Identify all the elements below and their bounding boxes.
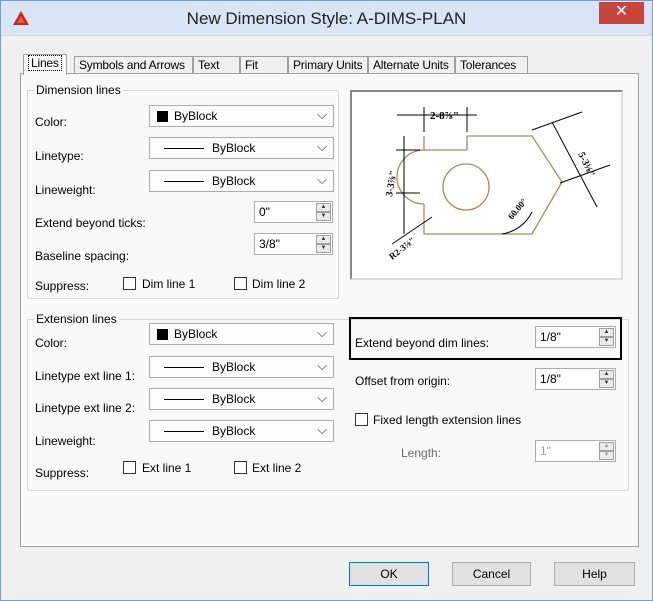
linetype-sample xyxy=(164,148,204,149)
spin-down-icon[interactable]: ▼ xyxy=(599,337,614,346)
dim-lineweight-label: Lineweight: xyxy=(35,183,96,197)
linetype-ext-line-2-dropdown[interactable]: ByBlock ⌵ xyxy=(149,388,334,410)
length-label: Length: xyxy=(401,446,442,460)
dim-line-1-checkbox[interactable] xyxy=(123,277,136,290)
tab-lines[interactable]: Lines xyxy=(23,54,67,75)
baseline-spacing-label: Baseline spacing: xyxy=(35,249,130,263)
chevron-down-icon: ⌵ xyxy=(317,139,327,154)
dim-line-2-checkbox[interactable] xyxy=(234,277,247,290)
chevron-down-icon: ⌵ xyxy=(317,358,327,373)
ext-line-2-checkbox[interactable] xyxy=(234,461,247,474)
spin-up-icon[interactable]: ▲ xyxy=(599,328,614,337)
linetype-ext-line-1-value: ByBlock xyxy=(212,360,256,374)
chevron-down-icon: ⌵ xyxy=(317,107,327,122)
ext-lineweight-value: ByBlock xyxy=(212,424,256,438)
baseline-spacing-spinner[interactable]: 3/8" ▲ ▼ xyxy=(254,233,333,255)
spin-up-icon[interactable]: ▲ xyxy=(599,442,614,451)
ext-color-label: Color: xyxy=(35,336,68,350)
dim-color-dropdown[interactable]: ByBlock ⌵ xyxy=(149,105,334,127)
spin-down-icon[interactable]: ▼ xyxy=(316,212,331,221)
baseline-spacing-value: 3/8" xyxy=(259,237,280,251)
preview-dim-right: 5-3⅛" xyxy=(575,150,596,179)
close-icon: ✕ xyxy=(614,3,629,20)
extend-beyond-ticks-value: 0" xyxy=(259,205,270,219)
spin-up-icon[interactable]: ▲ xyxy=(316,203,331,212)
close-button[interactable]: ✕ xyxy=(599,2,644,24)
offset-from-origin-label: Offset from origin: xyxy=(355,374,451,388)
dim-linetype-value: ByBlock xyxy=(212,141,256,155)
dim-line-1-label: Dim line 1 xyxy=(142,277,196,291)
chevron-down-icon: ⌵ xyxy=(317,390,327,405)
dim-linetype-dropdown[interactable]: ByBlock ⌵ xyxy=(149,137,334,159)
spin-up-icon[interactable]: ▲ xyxy=(316,235,331,244)
spin-down-icon[interactable]: ▼ xyxy=(316,244,331,253)
linetype-ext-line-2-label: Linetype ext line 2: xyxy=(35,401,136,415)
dim-lineweight-value: ByBlock xyxy=(212,174,256,188)
ext-lineweight-label: Lineweight: xyxy=(35,434,96,448)
tab-primary-units[interactable]: Primary Units xyxy=(288,56,368,74)
linetype-ext-line-1-label: Linetype ext line 1: xyxy=(35,369,136,383)
tab-text[interactable]: Text xyxy=(193,56,240,74)
chevron-down-icon: ⌵ xyxy=(317,422,327,437)
color-swatch xyxy=(157,329,168,340)
dimension-lines-legend: Dimension lines xyxy=(36,83,121,97)
chevron-down-icon: ⌵ xyxy=(317,325,327,340)
ext-line-1-checkbox[interactable] xyxy=(123,461,136,474)
chevron-down-icon: ⌵ xyxy=(317,172,327,187)
linetype-sample xyxy=(164,399,204,400)
linetype-sample xyxy=(164,367,204,368)
ext-lineweight-dropdown[interactable]: ByBlock ⌵ xyxy=(149,420,334,442)
linetype-ext-line-1-dropdown[interactable]: ByBlock ⌵ xyxy=(149,356,334,378)
fixed-length-checkbox[interactable] xyxy=(355,413,368,426)
ext-suppress-label: Suppress: xyxy=(35,466,90,480)
ok-button[interactable]: OK xyxy=(349,562,429,586)
offset-from-origin-spinner[interactable]: 1/8" ▲ ▼ xyxy=(535,368,616,390)
ext-line-2-label: Ext line 2 xyxy=(252,461,302,475)
tab-fit[interactable]: Fit xyxy=(240,56,288,74)
dim-lineweight-dropdown[interactable]: ByBlock ⌵ xyxy=(149,170,334,192)
window-title: New Dimension Style: A-DIMS-PLAN xyxy=(186,9,467,28)
preview-dim-angle: 60.00° xyxy=(506,196,529,221)
dimension-preview: 2-8⅞" 3-3⅞" 5-3⅛" 60.00° R2-3⅞" xyxy=(350,90,623,280)
dim-color-value: ByBlock xyxy=(174,109,218,123)
offset-from-origin-value: 1/8" xyxy=(540,372,561,386)
linetype-ext-line-2-value: ByBlock xyxy=(212,392,256,406)
extend-beyond-ticks-spinner[interactable]: 0" ▲ ▼ xyxy=(254,201,333,223)
length-value: 1" xyxy=(540,444,551,458)
fixed-length-label: Fixed length extension lines xyxy=(373,413,522,427)
dim-line-2-label: Dim line 2 xyxy=(252,277,306,291)
extend-beyond-ticks-label: Extend beyond ticks: xyxy=(35,216,146,230)
spin-up-icon[interactable]: ▲ xyxy=(599,370,614,379)
extend-beyond-dim-lines-label: Extend beyond dim lines: xyxy=(355,336,490,350)
extension-lines-legend: Extension lines xyxy=(36,312,117,326)
dim-suppress-label: Suppress: xyxy=(35,279,90,293)
cancel-button[interactable]: Cancel xyxy=(452,562,531,586)
dialog-window: New Dimension Style: A-DIMS-PLAN ✕ Lines… xyxy=(0,0,653,601)
length-spinner[interactable]: 1" ▲ ▼ xyxy=(535,440,616,462)
help-button[interactable]: Help xyxy=(554,562,635,586)
spin-down-icon[interactable]: ▼ xyxy=(599,379,614,388)
tab-tolerances[interactable]: Tolerances xyxy=(455,56,528,74)
ext-color-value: ByBlock xyxy=(174,327,218,341)
extend-beyond-dim-lines-spinner[interactable]: 1/8" ▲ ▼ xyxy=(535,326,616,348)
tab-alternate-units[interactable]: Alternate Units xyxy=(368,56,455,74)
title-bar: New Dimension Style: A-DIMS-PLAN ✕ xyxy=(1,1,652,36)
dim-color-label: Color: xyxy=(35,115,68,129)
extend-beyond-dim-lines-value: 1/8" xyxy=(540,330,561,344)
lineweight-sample xyxy=(164,431,204,432)
ext-color-dropdown[interactable]: ByBlock ⌵ xyxy=(149,323,334,345)
preview-drawing: 2-8⅞" 3-3⅞" 5-3⅛" 60.00° R2-3⅞" xyxy=(384,107,611,262)
tab-symbols-and-arrows[interactable]: Symbols and Arrows xyxy=(74,56,193,74)
preview-dim-top: 2-8⅞" xyxy=(430,110,459,122)
dim-linetype-label: Linetype: xyxy=(35,149,84,163)
preview-dim-radius: R2-3⅞" xyxy=(387,235,417,262)
ext-line-1-label: Ext line 1 xyxy=(142,461,192,475)
color-swatch xyxy=(157,111,168,122)
spin-down-icon[interactable]: ▼ xyxy=(599,451,614,460)
lineweight-sample xyxy=(164,181,204,182)
